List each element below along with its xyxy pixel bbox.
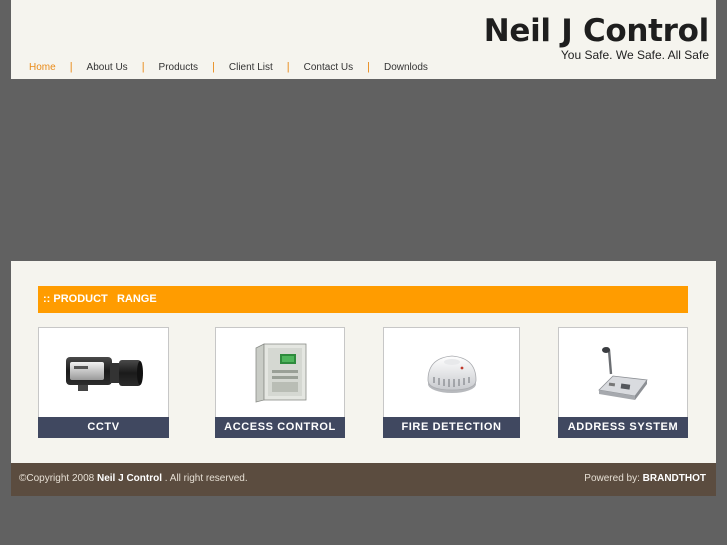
copyright-prefix: ©Copyright 2008 (19, 473, 95, 484)
copyright-suffix: . All right reserved. (164, 473, 248, 484)
powered-by-prefix: Powered by: (584, 473, 640, 484)
desk-microphone-icon[interactable] (559, 328, 687, 418)
product-label-access-control[interactable]: ACCESS CONTROL (215, 417, 345, 438)
nav-separator: | (367, 61, 370, 73)
powered-by-link[interactable]: BRANDTHOT (643, 473, 706, 484)
site-header: Neil J Control You Safe. We Safe. All Sa… (11, 0, 716, 79)
product-label-address-system[interactable]: ADDRESS SYSTEM (558, 417, 688, 438)
nav-contact-us[interactable]: Contact Us (304, 62, 353, 73)
product-label-fire-detection[interactable]: FIRE DETECTION (383, 417, 520, 438)
copyright-text: ©Copyright 2008 Neil J Control . All rig… (19, 473, 248, 484)
copyright-company: Neil J Control (96, 473, 162, 484)
product-range-section: :: PRODUCT RANGE CCTV ACCESS CONTROL FIR… (11, 261, 716, 463)
nav-products[interactable]: Products (159, 62, 198, 73)
site-tagline: You Safe. We Safe. All Safe (560, 48, 709, 62)
product-card-fire-detection[interactable]: FIRE DETECTION (383, 327, 520, 438)
main-nav: Home | About Us | Products | Client List… (29, 60, 428, 74)
nav-separator: | (69, 61, 73, 73)
smoke-detector-icon[interactable] (384, 328, 519, 418)
nav-about-us[interactable]: About Us (87, 62, 128, 73)
nav-separator: | (141, 61, 145, 73)
cctv-camera-icon[interactable] (39, 328, 168, 418)
product-card-access-control[interactable]: ACCESS CONTROL (215, 327, 345, 438)
product-range-heading: :: PRODUCT RANGE (38, 286, 688, 313)
nav-downloads[interactable]: Downlods (384, 62, 428, 73)
site-footer: ©Copyright 2008 Neil J Control . All rig… (11, 463, 716, 496)
nav-separator: | (212, 61, 215, 73)
nav-separator: | (286, 61, 290, 73)
product-card-address-system[interactable]: ADDRESS SYSTEM (558, 327, 688, 438)
site-logo-title[interactable]: Neil J Control (484, 13, 710, 49)
product-card-cctv[interactable]: CCTV (38, 327, 169, 438)
nav-home[interactable]: Home (29, 62, 56, 73)
product-label-cctv[interactable]: CCTV (38, 417, 169, 438)
nav-client-list[interactable]: Client List (229, 62, 273, 73)
access-control-panel-icon[interactable] (216, 328, 344, 418)
powered-by: Powered by: BRANDTHOT (584, 473, 706, 484)
